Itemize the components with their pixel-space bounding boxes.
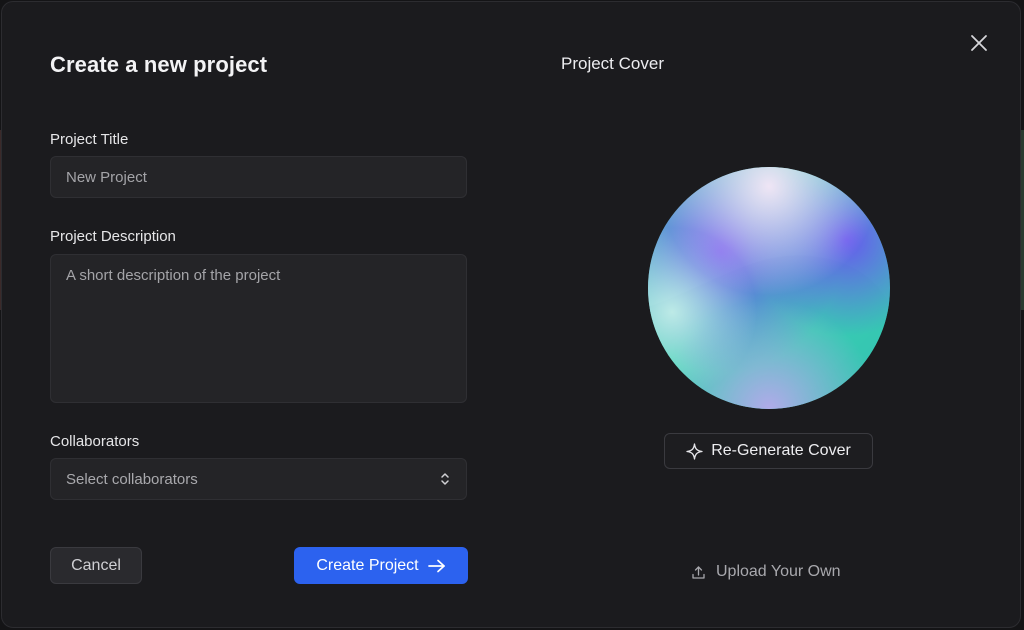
project-cover-title: Project Cover bbox=[561, 54, 664, 73]
collaborators-label: Collaborators bbox=[50, 433, 140, 450]
upload-cover-link[interactable]: Upload Your Own bbox=[691, 561, 841, 583]
project-title-label: Project Title bbox=[50, 131, 129, 148]
project-description-textarea[interactable] bbox=[50, 254, 467, 403]
arrow-right-icon bbox=[427, 559, 445, 572]
create-project-button[interactable]: Create Project bbox=[294, 547, 468, 584]
upload-cover-label: Upload Your Own bbox=[716, 563, 841, 580]
create-project-button-label: Create Project bbox=[316, 556, 419, 574]
project-cover-image bbox=[648, 167, 890, 409]
close-button[interactable] bbox=[968, 32, 990, 54]
project-title-input[interactable] bbox=[50, 156, 467, 198]
collaborators-select-value: Select collaborators bbox=[66, 470, 198, 488]
upload-icon bbox=[692, 565, 705, 579]
sparkle-icon bbox=[686, 442, 703, 460]
create-project-dialog: Create a new project Project Title Proje… bbox=[1, 1, 1021, 628]
cancel-button[interactable]: Cancel bbox=[50, 547, 142, 584]
cancel-button-label: Cancel bbox=[71, 556, 121, 574]
close-icon bbox=[971, 35, 987, 51]
dialog-title: Create a new project bbox=[50, 52, 268, 77]
collaborators-select[interactable]: Select collaborators bbox=[50, 458, 467, 500]
regenerate-cover-label: Re-Generate Cover bbox=[711, 442, 851, 459]
project-description-label: Project Description bbox=[50, 228, 176, 245]
regenerate-cover-button[interactable]: Re-Generate Cover bbox=[664, 433, 873, 469]
chevron-up-down-icon bbox=[441, 473, 449, 485]
